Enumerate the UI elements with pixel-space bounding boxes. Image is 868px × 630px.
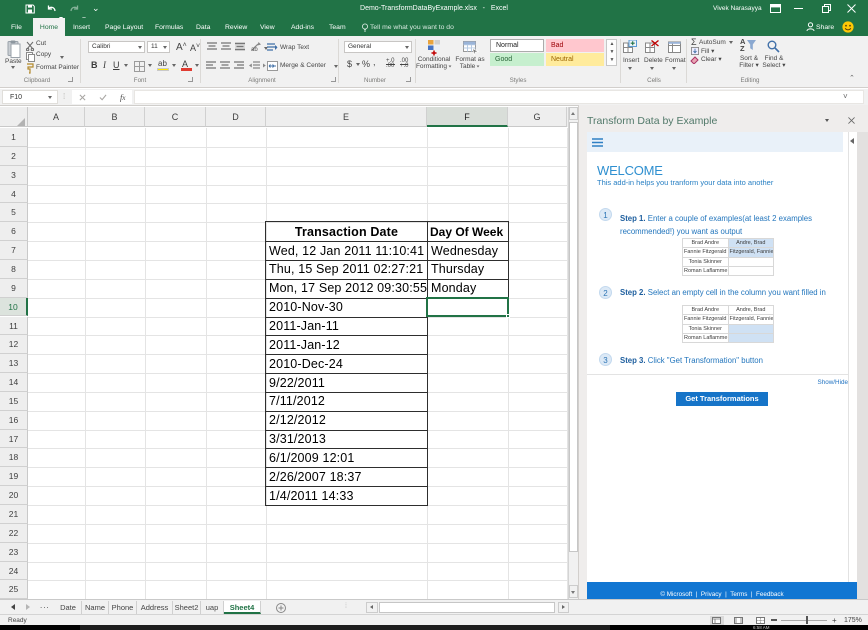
svg-text:ab: ab (251, 47, 258, 52)
